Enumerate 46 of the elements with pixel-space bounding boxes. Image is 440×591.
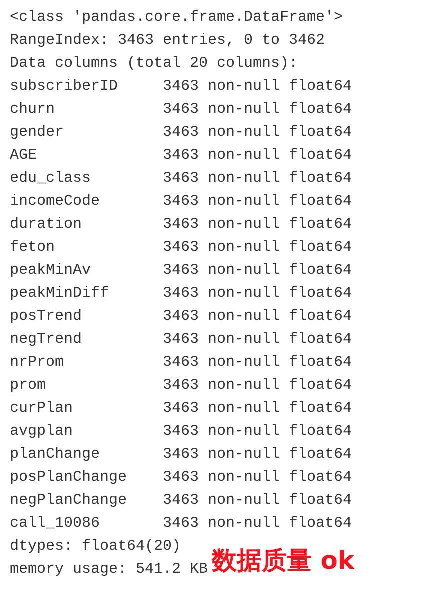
output-line: dtypes: float64(20)	[10, 537, 182, 557]
column-name: call_10086	[10, 514, 102, 534]
column-info: 3463 non-null float64	[163, 445, 354, 465]
column-info: 3463 non-null float64	[163, 422, 354, 442]
column-name: peakMinDiff	[10, 284, 110, 304]
output-line: RangeIndex: 3463 entries, 0 to 3462	[10, 31, 326, 51]
column-info: 3463 non-null float64	[163, 330, 354, 350]
column-info: 3463 non-null float64	[163, 468, 354, 488]
column-info: 3463 non-null float64	[163, 353, 354, 373]
column-name: prom	[10, 376, 48, 396]
column-info: 3463 non-null float64	[163, 238, 354, 258]
column-name: AGE	[10, 146, 38, 166]
column-info: 3463 non-null float64	[163, 100, 354, 120]
column-info: 3463 non-null float64	[163, 192, 354, 212]
column-info: 3463 non-null float64	[163, 376, 354, 396]
column-name: planChange	[10, 445, 102, 465]
column-info: 3463 non-null float64	[163, 399, 354, 419]
column-info: 3463 non-null float64	[163, 307, 354, 327]
column-name: incomeCode	[10, 192, 102, 212]
column-info: 3463 non-null float64	[163, 169, 354, 189]
output-line: Data columns (total 20 columns):	[10, 54, 300, 74]
column-name: negPlanChange	[10, 491, 128, 511]
column-name: avgplan	[10, 422, 74, 442]
column-info: 3463 non-null float64	[163, 215, 354, 235]
column-name: nrProm	[10, 353, 66, 373]
annotation-text: 数据质量 ok	[212, 544, 355, 576]
column-name: subscriberID	[10, 77, 120, 97]
output-line: <class 'pandas.core.frame.DataFrame'>	[10, 8, 344, 28]
column-info: 3463 non-null float64	[163, 146, 354, 166]
column-name: feton	[10, 238, 56, 258]
column-info: 3463 non-null float64	[163, 123, 354, 143]
column-info: 3463 non-null float64	[163, 284, 354, 304]
column-info: 3463 non-null float64	[163, 514, 354, 534]
output-line: memory usage: 541.2 KB	[10, 560, 208, 580]
column-info: 3463 non-null float64	[163, 491, 354, 511]
column-info: 3463 non-null float64	[163, 261, 354, 281]
column-name: gender	[10, 123, 66, 143]
column-info: 3463 non-null float64	[163, 77, 354, 97]
column-name: edu_class	[10, 169, 92, 189]
column-name: curPlan	[10, 399, 74, 419]
column-name: churn	[10, 100, 56, 120]
column-name: peakMinAv	[10, 261, 92, 281]
column-name: negTrend	[10, 330, 84, 350]
column-name: duration	[10, 215, 84, 235]
column-name: posPlanChange	[10, 468, 128, 488]
column-name: posTrend	[10, 307, 84, 327]
